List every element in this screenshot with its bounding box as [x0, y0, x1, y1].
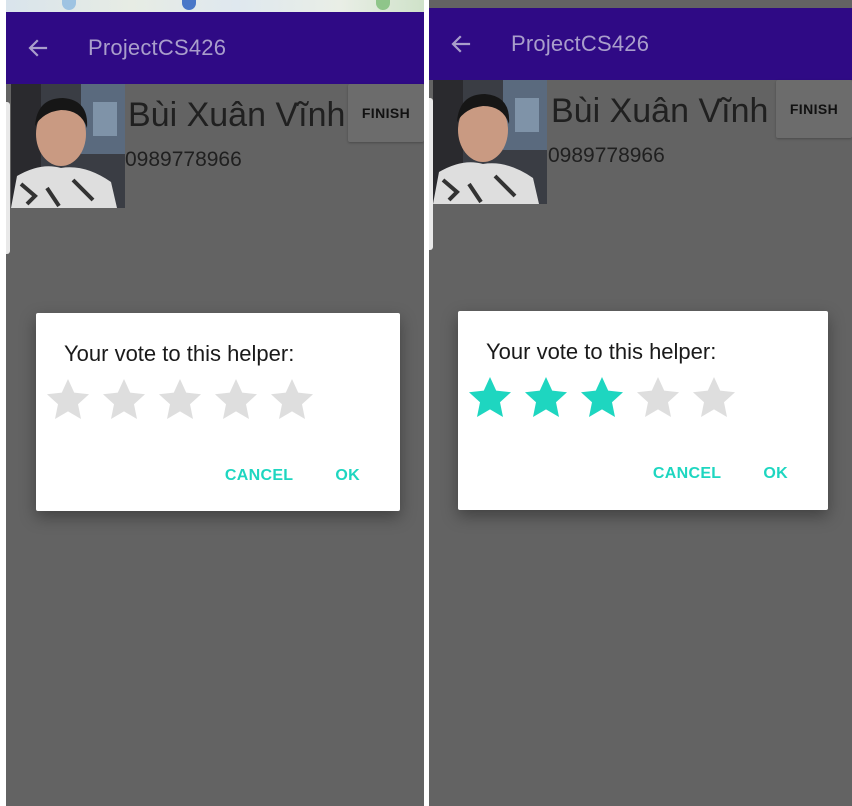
app-bar: ProjectCS426: [6, 12, 424, 84]
app-bar: ProjectCS426: [429, 8, 852, 80]
vote-dialog: Your vote to this helper: CANCEL OK: [36, 313, 400, 511]
star-icon[interactable]: [96, 373, 152, 427]
star-icon[interactable]: [40, 373, 96, 427]
app-title: ProjectCS426: [511, 31, 650, 56]
helper-phone: 0989778966: [125, 148, 242, 171]
map-marker-icon: [62, 0, 76, 10]
cancel-button[interactable]: CANCEL: [633, 465, 741, 483]
vote-dialog-title: Your vote to this helper:: [64, 341, 295, 366]
app-title: ProjectCS426: [88, 35, 227, 60]
star-icon[interactable]: [152, 373, 208, 427]
star-icon[interactable]: [686, 371, 742, 425]
back-arrow-icon[interactable]: [10, 38, 66, 58]
star-icon[interactable]: [264, 373, 320, 427]
finish-button[interactable]: FINISH: [776, 80, 852, 138]
helper-avatar: [433, 80, 547, 204]
map-background: [6, 0, 424, 12]
helper-avatar: [11, 84, 125, 208]
map-marker-icon: [182, 0, 196, 10]
vote-dialog-actions: CANCEL OK: [633, 459, 828, 489]
ok-button[interactable]: OK: [741, 465, 828, 483]
phone-screen-right: ProjectCS426 Bùi Xuân Vĩnh 0989778966 FI…: [429, 0, 852, 806]
vote-dialog-title: Your vote to this helper:: [486, 339, 717, 364]
cancel-button[interactable]: CANCEL: [205, 467, 313, 485]
phone-screen-left: ProjectCS426 Bùi Xuân Vĩnh 0989778966 FI…: [6, 0, 424, 806]
map-marker-icon: [376, 0, 390, 10]
back-arrow-icon[interactable]: [433, 34, 489, 54]
star-icon[interactable]: [462, 371, 518, 425]
star-icon[interactable]: [208, 373, 264, 427]
helper-phone: 0989778966: [548, 144, 665, 167]
star-icon[interactable]: [574, 371, 630, 425]
drawer-handle[interactable]: [6, 102, 10, 254]
screenshot-root: ProjectCS426 Bùi Xuân Vĩnh 0989778966 FI…: [0, 0, 852, 806]
helper-card: Bùi Xuân Vĩnh 0989778966 FINISH: [429, 80, 852, 250]
star-icon[interactable]: [518, 371, 574, 425]
rating-bar[interactable]: [462, 371, 742, 425]
helper-name: Bùi Xuân Vĩnh: [128, 96, 346, 134]
finish-button[interactable]: FINISH: [348, 84, 424, 142]
vote-dialog-actions: CANCEL OK: [205, 461, 400, 491]
star-icon[interactable]: [630, 371, 686, 425]
ok-button[interactable]: OK: [313, 467, 400, 485]
helper-name: Bùi Xuân Vĩnh: [551, 92, 769, 130]
rating-bar[interactable]: [40, 373, 320, 427]
helper-card: Bùi Xuân Vĩnh 0989778966 FINISH: [6, 84, 424, 254]
vote-dialog: Your vote to this helper: CANCEL OK: [458, 311, 828, 510]
